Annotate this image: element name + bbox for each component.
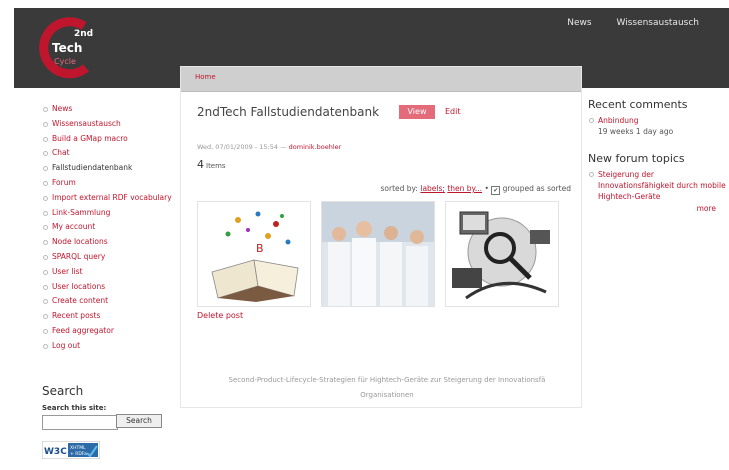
right-sidebar: Recent comments Anbindung 19 weeks 1 day… <box>588 98 728 213</box>
sidebar-item[interactable]: User locations <box>42 280 172 295</box>
logo-cycle: Cycle <box>54 57 76 66</box>
forum-topics-heading: New forum topics <box>588 152 685 165</box>
search-label: Search this site: <box>42 404 107 412</box>
grouped-label: grouped as sorted <box>502 184 571 193</box>
comment-link[interactable]: Anbindung <box>588 115 728 126</box>
sidebar-item[interactable]: Forum <box>42 176 172 191</box>
sort-prefix: sorted by: <box>380 184 418 193</box>
delete-post-link[interactable]: Delete post <box>197 311 243 320</box>
badge-xhtml: XHTML <box>70 445 86 451</box>
item-thumbnail-team[interactable] <box>321 201 435 307</box>
post-date: Wed, 07/01/2009 - 15:54 <box>197 143 278 151</box>
item-thumbnail-media[interactable] <box>445 201 559 307</box>
topnav-wissensaustausch[interactable]: Wissensaustausch <box>616 18 699 28</box>
sidebar-item[interactable]: Feed aggregator <box>42 324 172 339</box>
site-footer: Second-Product-Lifecycle-Strategien für … <box>195 373 579 403</box>
grouped-checkbox[interactable]: ✔ <box>491 186 501 195</box>
sort-labels-link[interactable]: labels; <box>420 184 445 193</box>
sidebar-item[interactable]: SPARQL query <box>42 250 172 265</box>
media-collage-image <box>446 202 558 306</box>
tab-view[interactable]: View <box>399 105 435 119</box>
logo-tech: Tech <box>52 41 82 55</box>
page-title: 2ndTech Fallstudiendatenbank <box>197 105 380 119</box>
footer-line-1: Second-Product-Lifecycle-Strategien für … <box>228 376 546 384</box>
badge-w3c: W3C <box>44 447 67 457</box>
breadcrumb-bar: Home <box>181 67 581 92</box>
search-button[interactable]: Search <box>116 414 162 428</box>
w3c-xhtml-rdfa-badge[interactable]: W3C XHTML + RDFa <box>42 441 100 459</box>
logo-2nd: 2nd <box>74 29 93 39</box>
top-nav: News Wissensaustausch <box>545 18 699 28</box>
item-thumbnail-book[interactable]: B <box>197 201 311 307</box>
more-link[interactable]: more <box>588 204 728 213</box>
bullet-dot: • <box>484 184 489 193</box>
tab-edit[interactable]: Edit <box>445 105 461 119</box>
sidebar-item[interactable]: Log out <box>42 339 172 354</box>
items-count: 4 Items <box>197 158 226 171</box>
meta-separator: — <box>280 143 287 151</box>
recent-comments-heading: Recent comments <box>588 98 688 111</box>
team-photo-image <box>322 202 434 306</box>
sidebar-item[interactable]: Recent posts <box>42 309 172 324</box>
sidebar-item[interactable]: Build a GMap macro <box>42 132 172 147</box>
sidebar-item[interactable]: Link-Sammlung <box>42 206 172 221</box>
content-panel: Home 2ndTech Fallstudiendatenbank View E… <box>180 66 582 408</box>
sidebar-item[interactable]: Fallstudiendatenbank <box>42 161 172 176</box>
svg-text:B: B <box>256 242 264 255</box>
post-author-link[interactable]: dominik.boehler <box>289 143 342 151</box>
sidebar-item[interactable]: Wissensaustausch <box>42 117 172 132</box>
items-count-number: 4 <box>197 158 204 171</box>
sidebar-item[interactable]: News <box>42 102 172 117</box>
search-input[interactable] <box>42 415 118 430</box>
badge-rdfa: + RDFa <box>70 451 87 457</box>
sidebar-item[interactable]: Import external RDF vocabulary <box>42 191 172 206</box>
sidebar-item[interactable]: My account <box>42 220 172 235</box>
topnav-news[interactable]: News <box>567 18 591 28</box>
book-image: B <box>198 202 310 306</box>
sidebar-item[interactable]: Chat <box>42 146 172 161</box>
sort-controls: sorted by: labels; then by... • ✔ groupe… <box>380 184 571 195</box>
items-count-label: Items <box>206 162 226 170</box>
sort-then-link[interactable]: then by... <box>447 184 482 193</box>
comment-age: 19 weeks 1 day ago <box>598 127 674 136</box>
sidebar-item[interactable]: Node locations <box>42 235 172 250</box>
footer-line-2: Organisationen <box>360 391 414 399</box>
sidebar-navigation: News Wissensaustausch Build a GMap macro Ch… <box>42 102 172 354</box>
page-frame: 2nd Tech Cycle News Wissensaustausch Hom… <box>14 8 729 470</box>
post-meta: Wed, 07/01/2009 - 15:54 — dominik.boehle… <box>197 143 341 151</box>
site-logo[interactable]: 2nd Tech Cycle <box>36 16 106 80</box>
breadcrumb-home[interactable]: Home <box>195 73 216 81</box>
sidebar-item[interactable]: User list <box>42 265 172 280</box>
sidebar-item[interactable]: Create content <box>42 294 172 309</box>
search-heading: Search <box>42 384 84 398</box>
forum-topic-link[interactable]: Steigerung der Innovationsfähigkeit durc… <box>588 169 728 202</box>
